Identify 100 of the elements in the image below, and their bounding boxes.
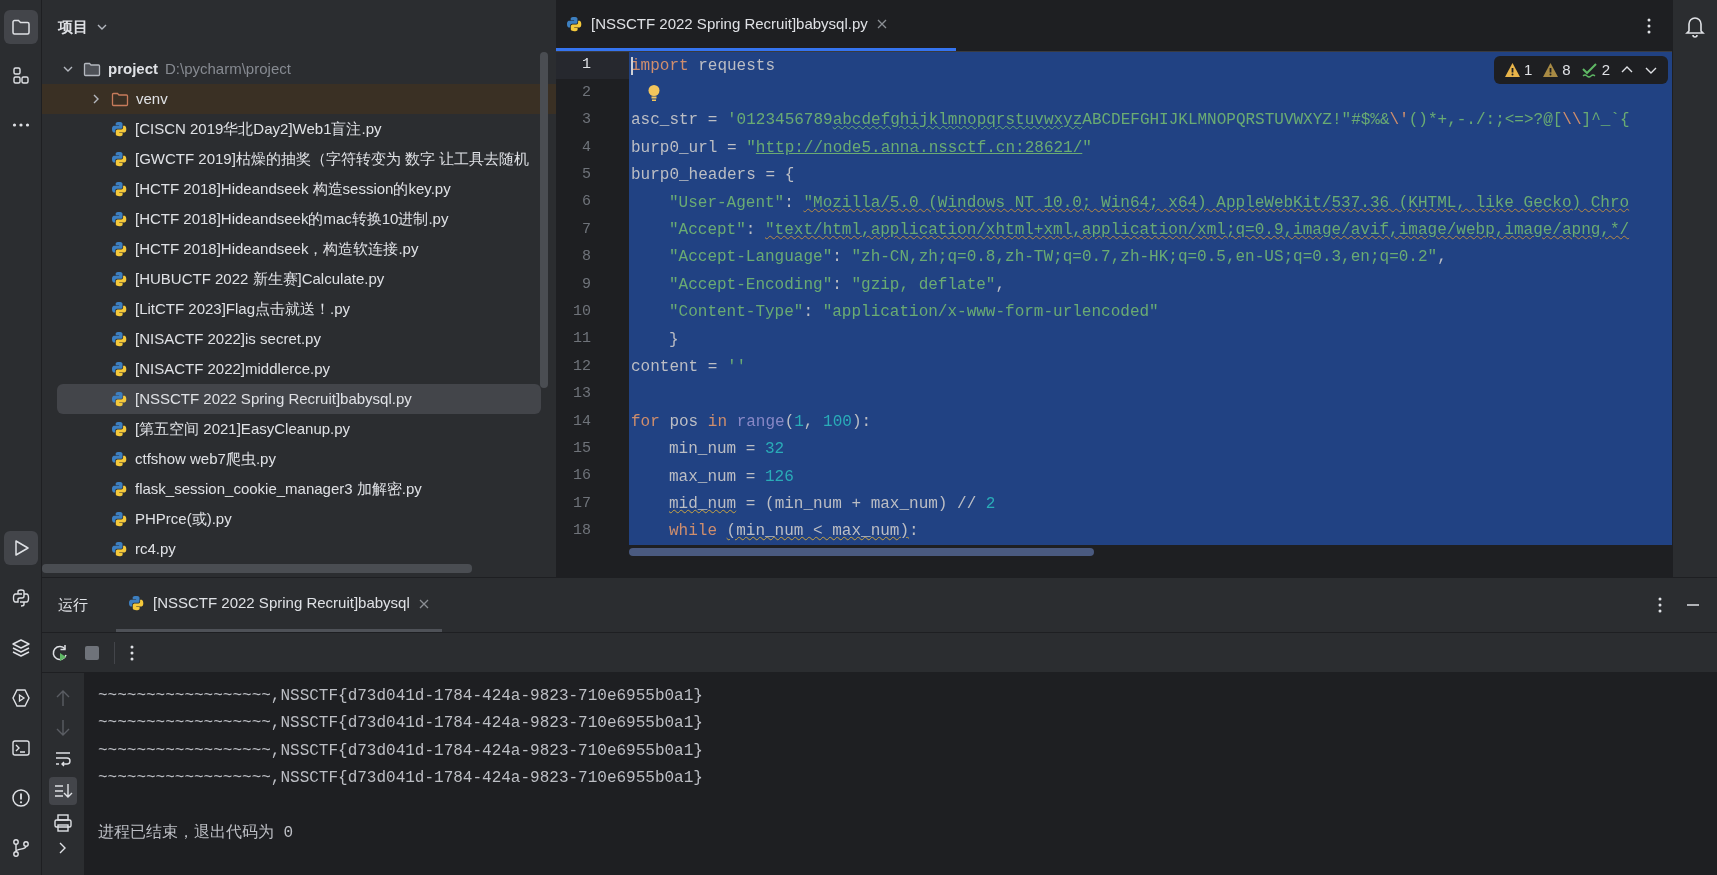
panel-title[interactable]: 项目	[58, 15, 88, 39]
inspection-widget[interactable]: 1 8 2	[1493, 56, 1668, 84]
scrollbar[interactable]	[629, 548, 1094, 556]
services-icon	[9, 687, 32, 709]
code-line: max_num = 126	[669, 466, 794, 488]
issue-count: 1	[1523, 59, 1533, 80]
python-file-icon	[111, 390, 128, 408]
tree-item[interactable]: [LitCTF 2023]Flag点击就送！.py	[42, 294, 556, 324]
scroll-to-end-button[interactable]	[49, 777, 77, 805]
tree-item[interactable]: [GWCTF 2019]枯燥的抽奖（字符转变为 数字 让工具去随机	[42, 144, 556, 174]
tree-item[interactable]: ctfshow web7爬虫.py	[42, 444, 556, 474]
tree-item[interactable]: [CISCN 2019华北Day2]Web1盲注.py	[42, 114, 556, 144]
line-number: 17	[573, 493, 591, 514]
printer-icon[interactable]	[53, 813, 73, 833]
code-line: "Content-Type": "application/x-www-form-urlencoded"	[669, 302, 1159, 324]
console-output-line: 进程已结束，退出代码为 0	[98, 822, 295, 844]
line-number: 13	[573, 384, 591, 405]
tool-window-button[interactable]	[3, 10, 38, 44]
line-number: 12	[573, 356, 591, 377]
console-output-line: ~~~~~~~~~~~~~~~~~~,NSSCTF{d73d041d-1784-424a-9823-710e6955b0a1}	[98, 768, 704, 790]
close-icon[interactable]	[875, 18, 888, 30]
tree-item[interactable]: [HCTF 2018]Hideandseek 构造session的key.py	[42, 174, 556, 204]
notification-bell-icon[interactable]	[1684, 14, 1706, 38]
line-number: 10	[573, 301, 591, 322]
python-file-icon	[111, 450, 128, 468]
more-icon	[11, 122, 30, 128]
line-number: 11	[573, 329, 591, 350]
run-tab[interactable]: [NSSCTF 2022 Spring Recruit]babysql	[116, 578, 442, 632]
python-file-icon	[111, 180, 128, 198]
tree-item[interactable]: flask_session_cookie_manager3 加解密.py	[42, 474, 556, 504]
code-line: while (min_num < max_num):	[669, 521, 919, 543]
lightbulb-icon[interactable]	[647, 84, 661, 103]
line-number: 18	[573, 521, 591, 542]
python-file-icon	[111, 420, 128, 438]
tree-item[interactable]: [HUBUCTF 2022 新生赛]Calculate.py	[42, 264, 556, 294]
code-line: "Accept": "text/html,application/xhtml+xml,application/xml;q=0.9,image/avif,image/webp,image/apng,*/	[669, 220, 1630, 242]
line-number: 14	[573, 411, 591, 432]
line-number: 9	[582, 274, 591, 295]
tool-window-button[interactable]	[3, 531, 38, 565]
line-number: 2	[582, 82, 591, 103]
python-file-icon	[111, 480, 128, 498]
python-file-icon	[111, 270, 128, 288]
code-line: import requests	[631, 55, 776, 77]
console-output-line: ~~~~~~~~~~~~~~~~~~,NSSCTF{d73d041d-1784-424a-9823-710e6955b0a1}	[98, 713, 704, 735]
more-options-icon[interactable]	[1646, 16, 1652, 35]
tree-item[interactable]: [HCTF 2018]Hideandseek的mac转换10进制.py	[42, 204, 556, 234]
code-line: asc_str = '0123456789abcdefghijklmnopqrstuvwxyzABCDEFGHIJKLMNOPQRSTUVWXYZ!"#$%&\'()*+,-./:;<=>?@[\\]^_`{	[631, 110, 1630, 132]
python-file-icon	[566, 15, 583, 33]
layers-icon	[9, 637, 32, 659]
python-file-icon	[128, 595, 145, 612]
tree-item[interactable]: [NSSCTF 2022 Spring Recruit]babysql.py	[57, 384, 541, 414]
code-line: "Accept-Language": "zh-CN,zh;q=0.8,zh-TW;q=0.7,zh-HK;q=0.5,en-US;q=0.3,en;q=0.2",	[669, 247, 1447, 269]
code-line: "User-Agent": "Mozilla/5.0 (Windows NT 10.0; Win64; x64) AppleWebKit/537.36 (KHTML, like Gecko) Chro	[669, 192, 1630, 214]
code-line: for pos in range(1, 100):	[631, 411, 872, 433]
python-file-icon	[111, 240, 128, 258]
code-line: burp0_url = "http://node5.anna.nssctf.cn:28621/"	[631, 137, 1092, 159]
tree-item[interactable]: [第五空间 2021]EasyCleanup.py	[42, 414, 556, 444]
scrollbar[interactable]	[42, 564, 472, 573]
tree-item[interactable]: [HCTF 2018]Hideandseek，构造软连接.py	[42, 234, 556, 264]
line-number: 1	[582, 55, 591, 76]
more-options-icon[interactable]	[1657, 596, 1663, 614]
tree-item[interactable]: venv	[42, 84, 556, 114]
close-icon[interactable]	[417, 597, 430, 610]
tree-item[interactable]: [NISACTF 2022]middlerce.py	[42, 354, 556, 384]
code-line: }	[669, 329, 679, 351]
code-line: "Accept-Encoding": "gzip, deflate",	[669, 274, 1006, 296]
python-file-icon	[111, 510, 128, 528]
tree-item[interactable]: project D:\pycharm\project	[42, 54, 556, 84]
python-file-icon	[111, 300, 128, 318]
line-number: 3	[582, 110, 591, 131]
tree-item[interactable]: PHPrce(或).py	[42, 504, 556, 534]
code-line: min_num = 32	[669, 439, 785, 461]
python-file-icon	[111, 210, 128, 228]
code-line: mid_num = (min_num + max_num) // 2	[669, 493, 996, 515]
more-options-icon[interactable]	[129, 643, 135, 662]
stop-icon[interactable]	[84, 644, 100, 661]
tree-item[interactable]: [NISACTF 2022]is secret.py	[42, 324, 556, 354]
line-number: 4	[582, 137, 591, 158]
tree-item[interactable]: rc4.py	[42, 534, 556, 564]
python-file-icon	[111, 540, 128, 558]
python-file-icon	[111, 330, 128, 348]
line-number: 7	[582, 219, 591, 240]
scrollbar[interactable]	[540, 52, 548, 388]
issue-count: 2	[1601, 59, 1610, 80]
console-output-line: ~~~~~~~~~~~~~~~~~~,NSSCTF{d73d041d-1784-424a-9823-710e6955b0a1}	[98, 740, 704, 762]
problems-icon	[9, 787, 32, 809]
python-file-icon	[111, 120, 128, 138]
line-number: 15	[573, 438, 591, 459]
line-number: 5	[582, 165, 591, 185]
code-line: burp0_headers = {	[631, 165, 795, 187]
python-file-icon	[111, 360, 128, 378]
code-line: content = ''	[631, 357, 747, 378]
python-file-icon	[111, 150, 128, 168]
issue-count: 8	[1562, 59, 1571, 80]
line-number: 6	[582, 192, 591, 213]
line-number: 16	[573, 466, 591, 487]
terminal-icon	[9, 737, 32, 759]
rerun-icon[interactable]	[50, 642, 70, 663]
console-output-line: ~~~~~~~~~~~~~~~~~~,NSSCTF{d73d041d-1784-424a-9823-710e6955b0a1}	[98, 686, 704, 707]
panel-title[interactable]: 运行	[42, 593, 116, 617]
